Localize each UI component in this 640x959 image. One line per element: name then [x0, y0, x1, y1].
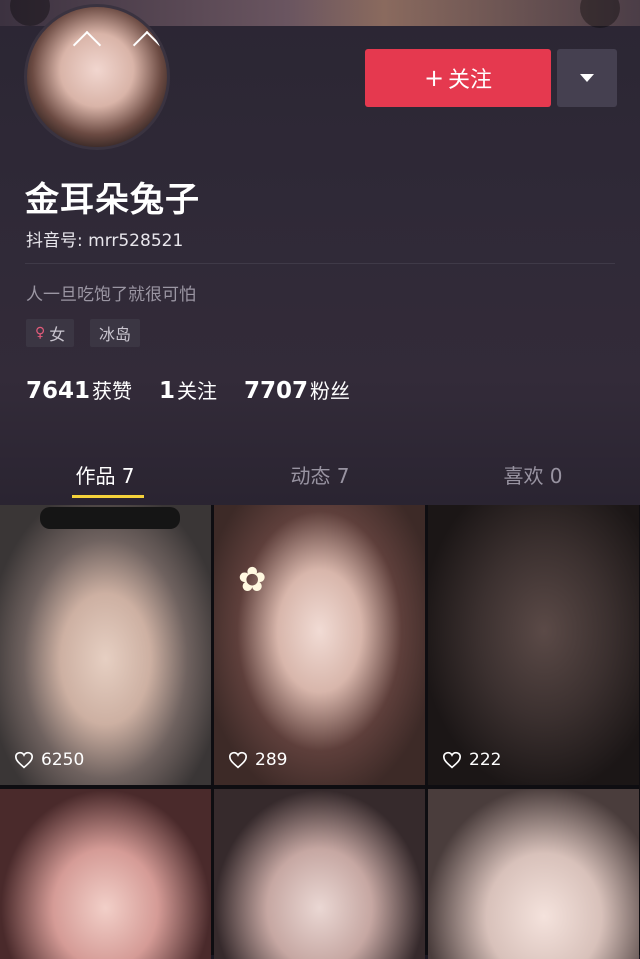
location-tag: 冰岛 [90, 319, 141, 347]
follow-label: 关注 [448, 68, 493, 93]
video-likes-count: 289 [255, 750, 288, 770]
cat-ear-sticker-icon [132, 30, 162, 60]
caret-down-icon [580, 74, 594, 82]
video-thumbnail[interactable] [428, 789, 639, 959]
stat-likes-label: 获赞 [92, 379, 133, 403]
video-thumbnail[interactable]: 6250 [0, 505, 211, 785]
stat-likes[interactable]: 7641 获赞 [26, 375, 132, 404]
location-label: 冰岛 [99, 325, 132, 344]
avatar[interactable] [24, 4, 170, 150]
heart-icon [442, 751, 462, 769]
bio: 人一旦吃饱了就很可怕 [26, 285, 196, 305]
tab-works[interactable]: 作品 7 [30, 460, 180, 489]
flower-decoration-icon: ✿ [238, 560, 267, 600]
gender-label: 女 [49, 325, 66, 344]
video-thumbnail[interactable]: 222 [428, 505, 639, 785]
profile-name: 金耳朵兔子 [25, 180, 200, 220]
stat-following-label: 关注 [177, 379, 218, 403]
stat-following-count: 1 [159, 378, 176, 404]
video-grid: 6250 ✿ 289 222 [0, 505, 640, 959]
active-tab-indicator [72, 495, 144, 498]
profile-header: + 关注 金耳朵兔子 抖音号: mrr528521 人一旦吃饱了就很可怕 ♀ 女… [0, 0, 640, 505]
gender-tag: ♀ 女 [26, 319, 75, 347]
stat-likes-count: 7641 [26, 378, 91, 404]
stat-fans[interactable]: 7707 粉丝 [244, 375, 350, 404]
video-likes: 289 [228, 750, 287, 770]
stats-row: 7641 获赞 1 关注 7707 粉丝 [26, 375, 377, 404]
divider [25, 263, 615, 264]
stat-fans-count: 7707 [244, 378, 309, 404]
video-likes-count: 6250 [41, 750, 85, 770]
profile-tabs: 作品 7 动态 7 喜欢 0 [0, 450, 640, 498]
video-thumbnail[interactable] [0, 789, 211, 959]
tab-likes[interactable]: 喜欢 0 [458, 460, 608, 489]
sunglasses-decoration [40, 507, 180, 529]
stat-following[interactable]: 1 关注 [159, 375, 217, 404]
plus-icon: + [423, 64, 445, 92]
heart-icon [14, 751, 34, 769]
video-thumbnail[interactable]: ✿ 289 [214, 505, 425, 785]
douyin-id: 抖音号: mrr528521 [26, 231, 184, 251]
video-likes-count: 222 [469, 750, 502, 770]
follow-button[interactable]: + 关注 [365, 49, 551, 107]
cat-ear-sticker-icon [72, 30, 102, 60]
female-icon: ♀ [35, 325, 46, 341]
tab-dynamic[interactable]: 动态 7 [245, 460, 395, 489]
video-likes: 6250 [14, 750, 84, 770]
stat-fans-label: 粉丝 [310, 379, 351, 403]
heart-icon [228, 751, 248, 769]
recommend-dropdown-button[interactable] [557, 49, 617, 107]
video-thumbnail[interactable] [214, 789, 425, 959]
video-likes: 222 [442, 750, 501, 770]
